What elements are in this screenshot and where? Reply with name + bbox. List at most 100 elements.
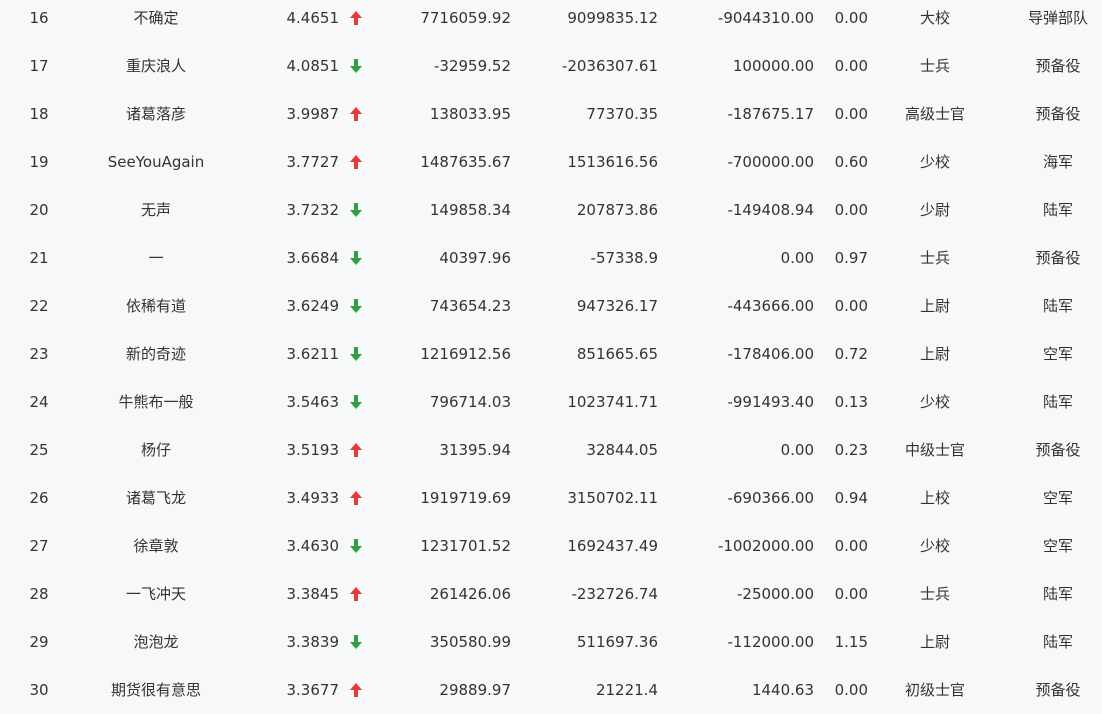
value1-cell: 1231701.52 bbox=[420, 537, 511, 555]
name-cell: 诸葛飞龙 bbox=[125, 489, 186, 507]
rank-cell: 23 bbox=[29, 345, 49, 363]
ratio-cell: 1.15 bbox=[834, 633, 868, 651]
score-cell: 3.5193 bbox=[286, 441, 340, 459]
arrow-up-icon bbox=[350, 683, 362, 697]
name-cell: 泡泡龙 bbox=[133, 633, 179, 651]
arrow-up-icon bbox=[350, 107, 362, 121]
table-row[interactable]: 29 泡泡龙 3.3839 350580.99 511697.36 -112000.00 1… bbox=[0, 618, 1102, 666]
value2-cell: 207873.86 bbox=[576, 201, 658, 219]
rank-title-cell: 上校 bbox=[919, 489, 950, 507]
arrow-up-icon bbox=[350, 155, 362, 169]
ratio-cell: 0.00 bbox=[834, 9, 868, 27]
rank-cell: 27 bbox=[29, 537, 49, 555]
value3-cell: -149408.94 bbox=[727, 201, 814, 219]
branch-cell: 预备役 bbox=[1035, 57, 1081, 75]
value1-cell: 743654.23 bbox=[429, 297, 511, 315]
trend-cell bbox=[348, 570, 364, 618]
table-row[interactable]: 24 牛熊布一般 3.5463 796714.03 1023741.71 -991493.… bbox=[0, 378, 1102, 426]
rank-cell: 26 bbox=[29, 489, 49, 507]
value3-cell: 0.00 bbox=[780, 249, 814, 267]
table-row[interactable]: 17 重庆浪人 4.0851 -32959.52 -2036307.61 100000.0… bbox=[0, 42, 1102, 90]
score-cell: 3.6211 bbox=[286, 345, 340, 363]
ranking-table: 16 不确定 4.4651 7716059.92 9099835.12 -9044310.… bbox=[0, 0, 1102, 714]
rank-title-cell: 少校 bbox=[919, 393, 950, 411]
value1-cell: 1487635.67 bbox=[420, 153, 511, 171]
value3-cell: 1440.63 bbox=[751, 681, 814, 699]
value3-cell: -700000.00 bbox=[727, 153, 814, 171]
score-cell: 3.3845 bbox=[286, 585, 340, 603]
arrow-down-icon bbox=[350, 251, 362, 265]
value1-cell: 31395.94 bbox=[439, 441, 511, 459]
rank-cell: 30 bbox=[29, 681, 49, 699]
ratio-cell: 0.00 bbox=[834, 537, 868, 555]
ratio-cell: 0.00 bbox=[834, 681, 868, 699]
score-cell: 3.7232 bbox=[286, 201, 340, 219]
ratio-cell: 0.00 bbox=[834, 105, 868, 123]
rank-cell: 16 bbox=[29, 9, 49, 27]
name-cell: 一 bbox=[148, 249, 164, 267]
value2-cell: 511697.36 bbox=[576, 633, 658, 651]
branch-cell: 预备役 bbox=[1035, 441, 1081, 459]
rank-title-cell: 士兵 bbox=[919, 249, 950, 267]
table-row[interactable]: 23 新的奇迹 3.6211 1216912.56 851665.65 -178406.0… bbox=[0, 330, 1102, 378]
arrow-down-icon bbox=[350, 203, 362, 217]
value3-cell: -25000.00 bbox=[737, 585, 814, 603]
table-row[interactable]: 26 诸葛飞龙 3.4933 1919719.69 3150702.11 -690366.… bbox=[0, 474, 1102, 522]
value1-cell: 149858.34 bbox=[429, 201, 511, 219]
table-row[interactable]: 30 期货很有意思 3.3677 29889.97 21221.4 1440.63 0.00… bbox=[0, 666, 1102, 714]
table-row[interactable]: 16 不确定 4.4651 7716059.92 9099835.12 -9044310.… bbox=[0, 0, 1102, 42]
arrow-down-icon bbox=[350, 635, 362, 649]
rank-title-cell: 士兵 bbox=[919, 585, 950, 603]
rank-title-cell: 高级士官 bbox=[904, 105, 965, 123]
table-row[interactable]: 27 徐章敦 3.4630 1231701.52 1692437.49 -1002000.… bbox=[0, 522, 1102, 570]
trend-cell bbox=[348, 138, 364, 186]
trend-cell bbox=[348, 234, 364, 282]
value2-cell: 1513616.56 bbox=[567, 153, 658, 171]
branch-cell: 海军 bbox=[1042, 153, 1073, 171]
value3-cell: 0.00 bbox=[780, 441, 814, 459]
ratio-cell: 0.97 bbox=[834, 249, 868, 267]
rank-title-cell: 少校 bbox=[919, 537, 950, 555]
ratio-cell: 0.60 bbox=[834, 153, 868, 171]
value2-cell: 21221.4 bbox=[595, 681, 658, 699]
table-row[interactable]: 28 一飞冲天 3.3845 261426.06 -232726.74 -25000.00… bbox=[0, 570, 1102, 618]
arrow-up-icon bbox=[350, 11, 362, 25]
rank-cell: 22 bbox=[29, 297, 49, 315]
arrow-up-icon bbox=[350, 491, 362, 505]
branch-cell: 空军 bbox=[1042, 345, 1073, 363]
table-row[interactable]: 22 依稀有道 3.6249 743654.23 947326.17 -443666.00… bbox=[0, 282, 1102, 330]
value3-cell: -443666.00 bbox=[727, 297, 814, 315]
ratio-cell: 0.00 bbox=[834, 201, 868, 219]
branch-cell: 预备役 bbox=[1035, 681, 1081, 699]
value3-cell: -187675.17 bbox=[727, 105, 814, 123]
score-cell: 4.0851 bbox=[286, 57, 340, 75]
value2-cell: -2036307.61 bbox=[561, 57, 658, 75]
trend-cell bbox=[348, 426, 364, 474]
value1-cell: 1919719.69 bbox=[420, 489, 511, 507]
table-row[interactable]: 18 诸葛落彦 3.9987 138033.95 77370.35 -187675.17 0… bbox=[0, 90, 1102, 138]
table-row[interactable]: 19 SeeYouAgain 3.7727 1487635.67 1513616.56 -… bbox=[0, 138, 1102, 186]
arrow-down-icon bbox=[350, 299, 362, 313]
value2-cell: 9099835.12 bbox=[567, 9, 658, 27]
score-cell: 3.4630 bbox=[286, 537, 340, 555]
value2-cell: 32844.05 bbox=[586, 441, 658, 459]
table-row[interactable]: 21 一 3.6684 40397.96 -57338.9 0.00 0.97 士兵 预备役 bbox=[0, 234, 1102, 282]
rank-cell: 29 bbox=[29, 633, 49, 651]
name-cell: 一飞冲天 bbox=[125, 585, 186, 603]
trend-cell bbox=[348, 666, 364, 714]
value2-cell: -57338.9 bbox=[590, 249, 658, 267]
table-row[interactable]: 25 杨仔 3.5193 31395.94 32844.05 0.00 0.23 中级士官 预备… bbox=[0, 426, 1102, 474]
branch-cell: 预备役 bbox=[1035, 249, 1081, 267]
value1-cell: 138033.95 bbox=[429, 105, 511, 123]
value2-cell: 1023741.71 bbox=[567, 393, 658, 411]
arrow-down-icon bbox=[350, 347, 362, 361]
trend-cell bbox=[348, 0, 364, 42]
branch-cell: 陆军 bbox=[1042, 585, 1073, 603]
rank-title-cell: 少校 bbox=[919, 153, 950, 171]
name-cell: 徐章敦 bbox=[133, 537, 179, 555]
branch-cell: 陆军 bbox=[1042, 297, 1073, 315]
ratio-cell: 0.23 bbox=[834, 441, 868, 459]
name-cell: 重庆浪人 bbox=[125, 57, 186, 75]
table-row[interactable]: 20 无声 3.7232 149858.34 207873.86 -149408.94 0.… bbox=[0, 186, 1102, 234]
rank-title-cell: 少尉 bbox=[919, 201, 950, 219]
